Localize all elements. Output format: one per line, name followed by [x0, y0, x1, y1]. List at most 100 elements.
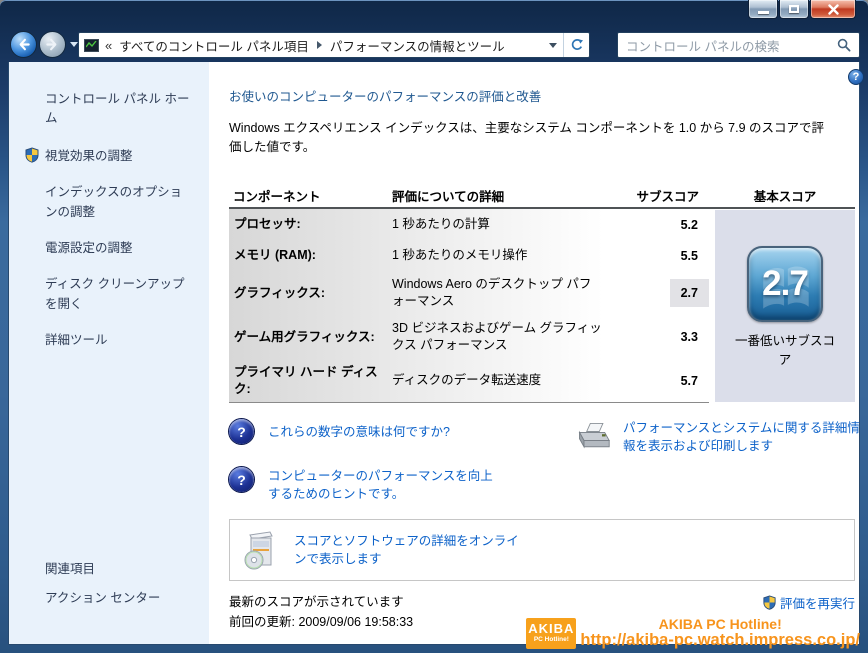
detail-cell: Windows Aero のデスクトップ パフォーマンス [392, 277, 592, 308]
minimize-button[interactable] [748, 0, 778, 19]
base-score-caption: 一番低いサブスコア [734, 334, 835, 367]
detail-cell: ディスクのデータ転送速度 [392, 373, 542, 387]
sidebar-item-label: インデックスのオプションの調整 [45, 185, 183, 219]
component-cell: プライマリ ハード ディスク: [234, 364, 378, 396]
detail-cell: 1 秒あたりのメモリ操作 [392, 248, 528, 262]
rerun-assessment-label: 評価を再実行 [779, 597, 855, 611]
sidebar-item-disk-cleanup[interactable]: ディスク クリーンアップを開く [9, 274, 209, 314]
forward-arrow-icon [46, 38, 57, 51]
toolbar: « すべてのコントロール パネル項目 パフォーマンスの情報とツール コントロール… [8, 29, 860, 62]
online-details-box: スコアとソフトウェアの詳細をオンラインで表示します [229, 519, 855, 581]
sidebar-item-label: ディスク クリーンアップを開く [45, 277, 185, 311]
page-title: お使いのコンピューターのパフォーマンスの評価と改善 [229, 90, 542, 104]
watermark-site-name: AKIBA PC Hotline! [658, 616, 782, 632]
detail-cell: 1 秒あたりの計算 [392, 217, 490, 231]
wei-score-table: コンポーネント 評価についての詳細 サブスコア 基本スコア プロセッサ: 1 秒… [229, 183, 855, 403]
address-dropdown-button[interactable] [543, 33, 563, 57]
address-bar[interactable]: « すべてのコントロール パネル項目 パフォーマンスの情報とツール [78, 32, 590, 58]
question-icon[interactable]: ? [229, 467, 254, 492]
column-header-component: コンポーネント [233, 189, 321, 204]
breadcrumb-arrow-icon[interactable] [316, 41, 322, 49]
chevron-down-icon [549, 42, 557, 48]
search-box[interactable]: コントロール パネルの検索 [617, 32, 860, 58]
column-header-subscore: サブスコア [636, 189, 699, 204]
breadcrumb-item-performance-tools[interactable]: パフォーマンスの情報とツール [330, 36, 505, 55]
help-icon: ? [852, 71, 860, 83]
sidebar-item-advanced-tools[interactable]: 詳細ツール [9, 330, 209, 350]
sidebar-item-label: 視覚効果の調整 [45, 149, 133, 163]
sidebar-item-label: アクション センター [45, 591, 161, 605]
akiba-logo-subtext: PC Hotline! [533, 636, 569, 644]
akiba-logo-text: AKIBA [528, 621, 575, 637]
recent-pages-dropdown-icon[interactable] [70, 42, 78, 47]
intro-text: Windows エクスペリエンス インデックスは、主要なシステム コンポーネント… [229, 121, 825, 154]
component-cell: グラフィックス: [234, 285, 326, 300]
column-header-base-score: 基本スコア [753, 189, 817, 204]
online-details-link[interactable]: スコアとソフトウェアの詳細をオンラインで表示します [294, 532, 526, 568]
close-icon [827, 3, 839, 15]
base-score-panel: 2.7 一番低いサブスコア [715, 210, 855, 402]
back-button[interactable] [10, 31, 37, 58]
table-rows: プロセッサ: 1 秒あたりの計算 5.2 メモリ (RAM): 1 秒あたりのメ… [229, 209, 709, 403]
forward-button[interactable] [39, 31, 66, 58]
detail-cell: 3D ビジネスおよびゲーム グラフィックス パフォーマンス [392, 321, 602, 352]
printer-icon [578, 422, 610, 449]
table-row: グラフィックス: Windows Aero のデスクトップ パフォーマンス 2.… [229, 271, 709, 315]
base-score-badge: 2.7 [747, 246, 823, 322]
titlebar[interactable] [0, 0, 868, 28]
component-cell: ゲーム用グラフィックス: [234, 329, 375, 344]
sidebar-item-home[interactable]: コントロール パネル ホーム [9, 88, 209, 126]
subscore-cell: 5.7 [680, 373, 698, 388]
refresh-button[interactable] [563, 33, 589, 57]
latest-score-text: 最新のスコアが示されています [229, 595, 404, 609]
maximize-icon [789, 5, 799, 13]
close-button[interactable] [810, 0, 856, 19]
what-numbers-link-group: ? これらの数字の意味は何ですか? [229, 419, 579, 444]
content-area: コントロール パネル ホーム 視覚効果の調整 インデックスのオプションの調整 電… [8, 62, 864, 645]
table-header-row: コンポーネント 評価についての詳細 サブスコア 基本スコア [229, 183, 855, 209]
help-button[interactable]: ? [848, 69, 864, 85]
sidebar-related-section: 関連項目 アクション センター [9, 558, 209, 608]
table-row: ゲーム用グラフィックス: 3D ビジネスおよびゲーム グラフィックス パフォーマ… [229, 315, 709, 359]
subscore-cell: 5.2 [680, 217, 698, 232]
subscore-cell: 3.3 [680, 330, 698, 344]
column-header-detail: 評価についての詳細 [392, 189, 505, 204]
refresh-icon [571, 39, 583, 50]
search-icon[interactable] [837, 38, 851, 52]
caption-buttons [747, 0, 856, 19]
performance-tips-link-group: ? コンピューターのパフォーマンスを向上するためのヒントです。 [229, 467, 579, 503]
uac-shield-icon [762, 595, 777, 610]
breadcrumb-item-all-panel-items[interactable]: すべてのコントロール パネル項目 [119, 36, 309, 55]
sidebar-task-list: 視覚効果の調整 インデックスのオプションの調整 電源設定の調整 ディスク クリー… [9, 146, 209, 350]
window: « すべてのコントロール パネル項目 パフォーマンスの情報とツール コントロール… [0, 0, 868, 653]
table-row: プロセッサ: 1 秒あたりの計算 5.2 [229, 209, 709, 240]
what-numbers-link[interactable]: これらの数字の意味は何ですか? [268, 423, 450, 441]
rerun-assessment-link[interactable]: 評価を再実行 [762, 593, 855, 612]
sidebar-item-power-settings[interactable]: 電源設定の調整 [9, 238, 209, 258]
table-row: プライマリ ハード ディスク: ディスクのデータ転送速度 5.7 [229, 359, 709, 402]
subscore-cell-lowest: 2.7 [602, 279, 709, 307]
breadcrumb-overflow-button[interactable]: « [105, 38, 112, 53]
related-items-header: 関連項目 [45, 562, 96, 576]
component-cell: プロセッサ: [234, 217, 301, 231]
component-cell: メモリ (RAM): [234, 248, 316, 262]
sidebar-item-indexing-options[interactable]: インデックスのオプションの調整 [9, 182, 209, 222]
print-details-link[interactable]: パフォーマンスとシステムに関する詳細情報を表示および印刷します [623, 419, 868, 455]
performance-tips-link[interactable]: コンピューターのパフォーマンスを向上するためのヒントです。 [268, 467, 496, 503]
sidebar: コントロール パネル ホーム 視覚効果の調整 インデックスのオプションの調整 電… [9, 62, 209, 644]
akiba-logo: AKIBA PC Hotline! [526, 617, 577, 649]
table-row: メモリ (RAM): 1 秒あたりのメモリ操作 5.5 [229, 240, 709, 271]
uac-shield-icon [24, 147, 40, 169]
minimize-icon [757, 10, 769, 14]
sidebar-item-action-center[interactable]: アクション センター [9, 588, 209, 608]
question-icon[interactable]: ? [229, 419, 254, 444]
search-input[interactable]: コントロール パネルの検索 [626, 36, 837, 55]
maximize-button[interactable] [779, 0, 809, 19]
print-details-link-group: パフォーマンスとシステムに関する詳細情報を表示および印刷します [575, 419, 868, 455]
sidebar-item-visual-effects[interactable]: 視覚効果の調整 [9, 146, 209, 166]
subscore-cell: 5.5 [680, 248, 698, 263]
base-score-value: 2.7 [762, 264, 809, 303]
software-box-icon [244, 531, 273, 570]
watermark: AKIBA PC Hotline! AKIBA PC Hotline! http… [526, 617, 860, 649]
back-arrow-icon [19, 38, 30, 51]
